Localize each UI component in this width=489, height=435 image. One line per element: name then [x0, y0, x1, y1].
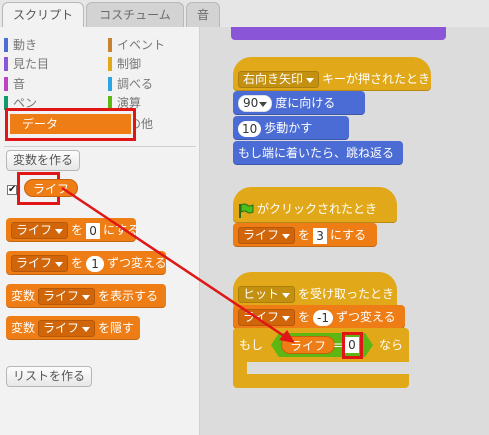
annotation-arrow: [61, 186, 295, 343]
